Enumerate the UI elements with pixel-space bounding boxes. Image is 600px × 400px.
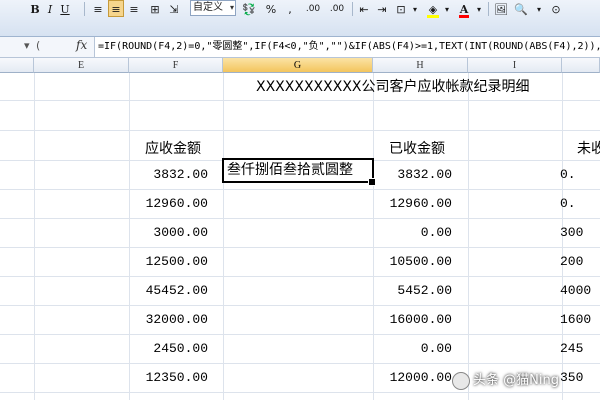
percent-button[interactable]: % xyxy=(264,0,278,17)
number-format-select[interactable]: 自定义 ▾ xyxy=(190,0,236,16)
unreceived-cell[interactable]: 1600 xyxy=(560,310,600,330)
name-box-dropdown-icon[interactable]: ▾ xyxy=(24,39,30,52)
fill-color-dropdown-icon[interactable]: ▾ xyxy=(442,0,452,17)
increase-decimal-button[interactable]: .00 xyxy=(302,0,324,17)
watermark: 头条 @猫Ning xyxy=(452,370,559,392)
unreceived-cell[interactable]: 300 xyxy=(560,223,600,243)
receivable-cell[interactable]: 45452.00 xyxy=(129,281,208,301)
align-center-icon[interactable]: ≡ xyxy=(108,0,124,17)
comma-button[interactable]: , xyxy=(284,0,296,17)
header-receivable[interactable]: 应收金额 xyxy=(145,139,201,159)
receivable-cell[interactable]: 12500.00 xyxy=(129,252,208,272)
receivable-cell[interactable]: 3000.00 xyxy=(129,223,208,243)
received-cell[interactable]: 0.00 xyxy=(373,223,452,243)
underline-button[interactable]: U xyxy=(58,0,72,17)
column-header-i[interactable]: I xyxy=(468,58,562,73)
received-cell[interactable]: 16000.00 xyxy=(373,310,452,330)
unreceived-cell[interactable]: 4000 xyxy=(560,281,600,301)
received-cell[interactable]: 12960.00 xyxy=(373,194,452,214)
currency-icon[interactable]: 💱 xyxy=(240,0,258,17)
ribbon-toolbar: B I U ≡ ≡ ≡ ⊞ ⇲ 自定义 ▾ 💱 % , .00 .00 ⇤ ⇥ … xyxy=(0,0,600,37)
align-left-icon[interactable]: ≡ xyxy=(90,0,106,17)
received-cell[interactable]: 10500.00 xyxy=(373,252,452,272)
fill-color-icon[interactable]: ◈ xyxy=(424,0,442,18)
receivable-cell[interactable]: 32000.00 xyxy=(129,310,208,330)
unreceived-cell[interactable]: 0. xyxy=(560,194,600,214)
received-cell[interactable]: 12000.00 xyxy=(373,368,452,388)
bold-button[interactable]: B xyxy=(28,0,42,17)
header-unreceived[interactable]: 未收 xyxy=(577,139,600,159)
decrease-indent-icon[interactable]: ⇤ xyxy=(356,0,372,17)
receivable-cell[interactable]: 12960.00 xyxy=(129,194,208,214)
insert-function-icon[interactable]: fx xyxy=(76,38,87,52)
received-cell[interactable]: 0.00 xyxy=(373,339,452,359)
chevron-down-icon: ▾ xyxy=(229,3,234,12)
unreceived-cell[interactable]: 350 xyxy=(560,368,600,388)
decrease-decimal-button[interactable]: .00 xyxy=(326,0,348,17)
selected-cell[interactable]: 叁仟捌佰叁拾贰圆整 xyxy=(222,158,374,183)
picture-icon[interactable]: 🖼 xyxy=(492,0,510,17)
fill-handle[interactable] xyxy=(368,178,376,186)
formula-bar: ▾ ( fx =IF(ROUND(F4,2)=0,"零圆整",IF(F4<0,"… xyxy=(0,37,600,58)
header-received[interactable]: 已收金额 xyxy=(389,139,445,159)
borders-dropdown-icon[interactable]: ▾ xyxy=(410,0,420,17)
italic-button[interactable]: I xyxy=(44,0,56,17)
formula-input[interactable]: =IF(ROUND(F4,2)=0,"零圆整",IF(F4<0,"负","")&… xyxy=(94,37,600,57)
expand-icon[interactable]: ( xyxy=(36,39,40,52)
wrap-text-icon[interactable]: ⇲ xyxy=(166,0,182,17)
font-color-swatch xyxy=(459,15,469,18)
borders-icon[interactable]: ⊡ xyxy=(394,0,408,17)
font-color-dropdown-icon[interactable]: ▾ xyxy=(474,0,484,17)
column-header-h[interactable]: H xyxy=(373,58,468,73)
number-format-value: 自定义 xyxy=(193,2,223,13)
column-header-blank xyxy=(0,58,34,73)
watermark-text: 头条 @猫Ning xyxy=(473,373,559,388)
receivable-cell[interactable]: 3832.00 xyxy=(129,165,208,185)
column-header-e[interactable]: E xyxy=(34,58,129,73)
received-cell[interactable]: 3832.00 xyxy=(373,165,452,185)
zoom-icon[interactable]: 🔍 xyxy=(512,0,530,17)
sheet-title-cell[interactable]: XXXXXXXXXXX公司客户应收帐款纪录明细 xyxy=(256,77,530,97)
column-header-f[interactable]: F xyxy=(129,58,223,73)
increase-indent-icon[interactable]: ⇥ xyxy=(374,0,390,17)
receivable-cell[interactable]: 12350.00 xyxy=(129,368,208,388)
align-right-icon[interactable]: ≡ xyxy=(126,0,142,17)
fill-color-swatch xyxy=(427,15,439,18)
unreceived-cell[interactable]: 0. xyxy=(560,165,600,185)
merge-center-icon[interactable]: ⊞ xyxy=(146,0,164,17)
help-icon[interactable]: ⊙ xyxy=(548,0,564,17)
font-color-button[interactable]: A xyxy=(456,0,472,18)
watermark-logo-icon xyxy=(452,371,470,390)
unreceived-cell[interactable]: 245 xyxy=(560,339,600,359)
column-header-j[interactable] xyxy=(562,58,600,73)
zoom-dropdown-icon[interactable]: ▾ xyxy=(532,0,546,17)
received-cell[interactable]: 5452.00 xyxy=(373,281,452,301)
column-header-g[interactable]: G xyxy=(223,58,373,73)
unreceived-cell[interactable]: 200 xyxy=(560,252,600,272)
receivable-cell[interactable]: 2450.00 xyxy=(129,339,208,359)
